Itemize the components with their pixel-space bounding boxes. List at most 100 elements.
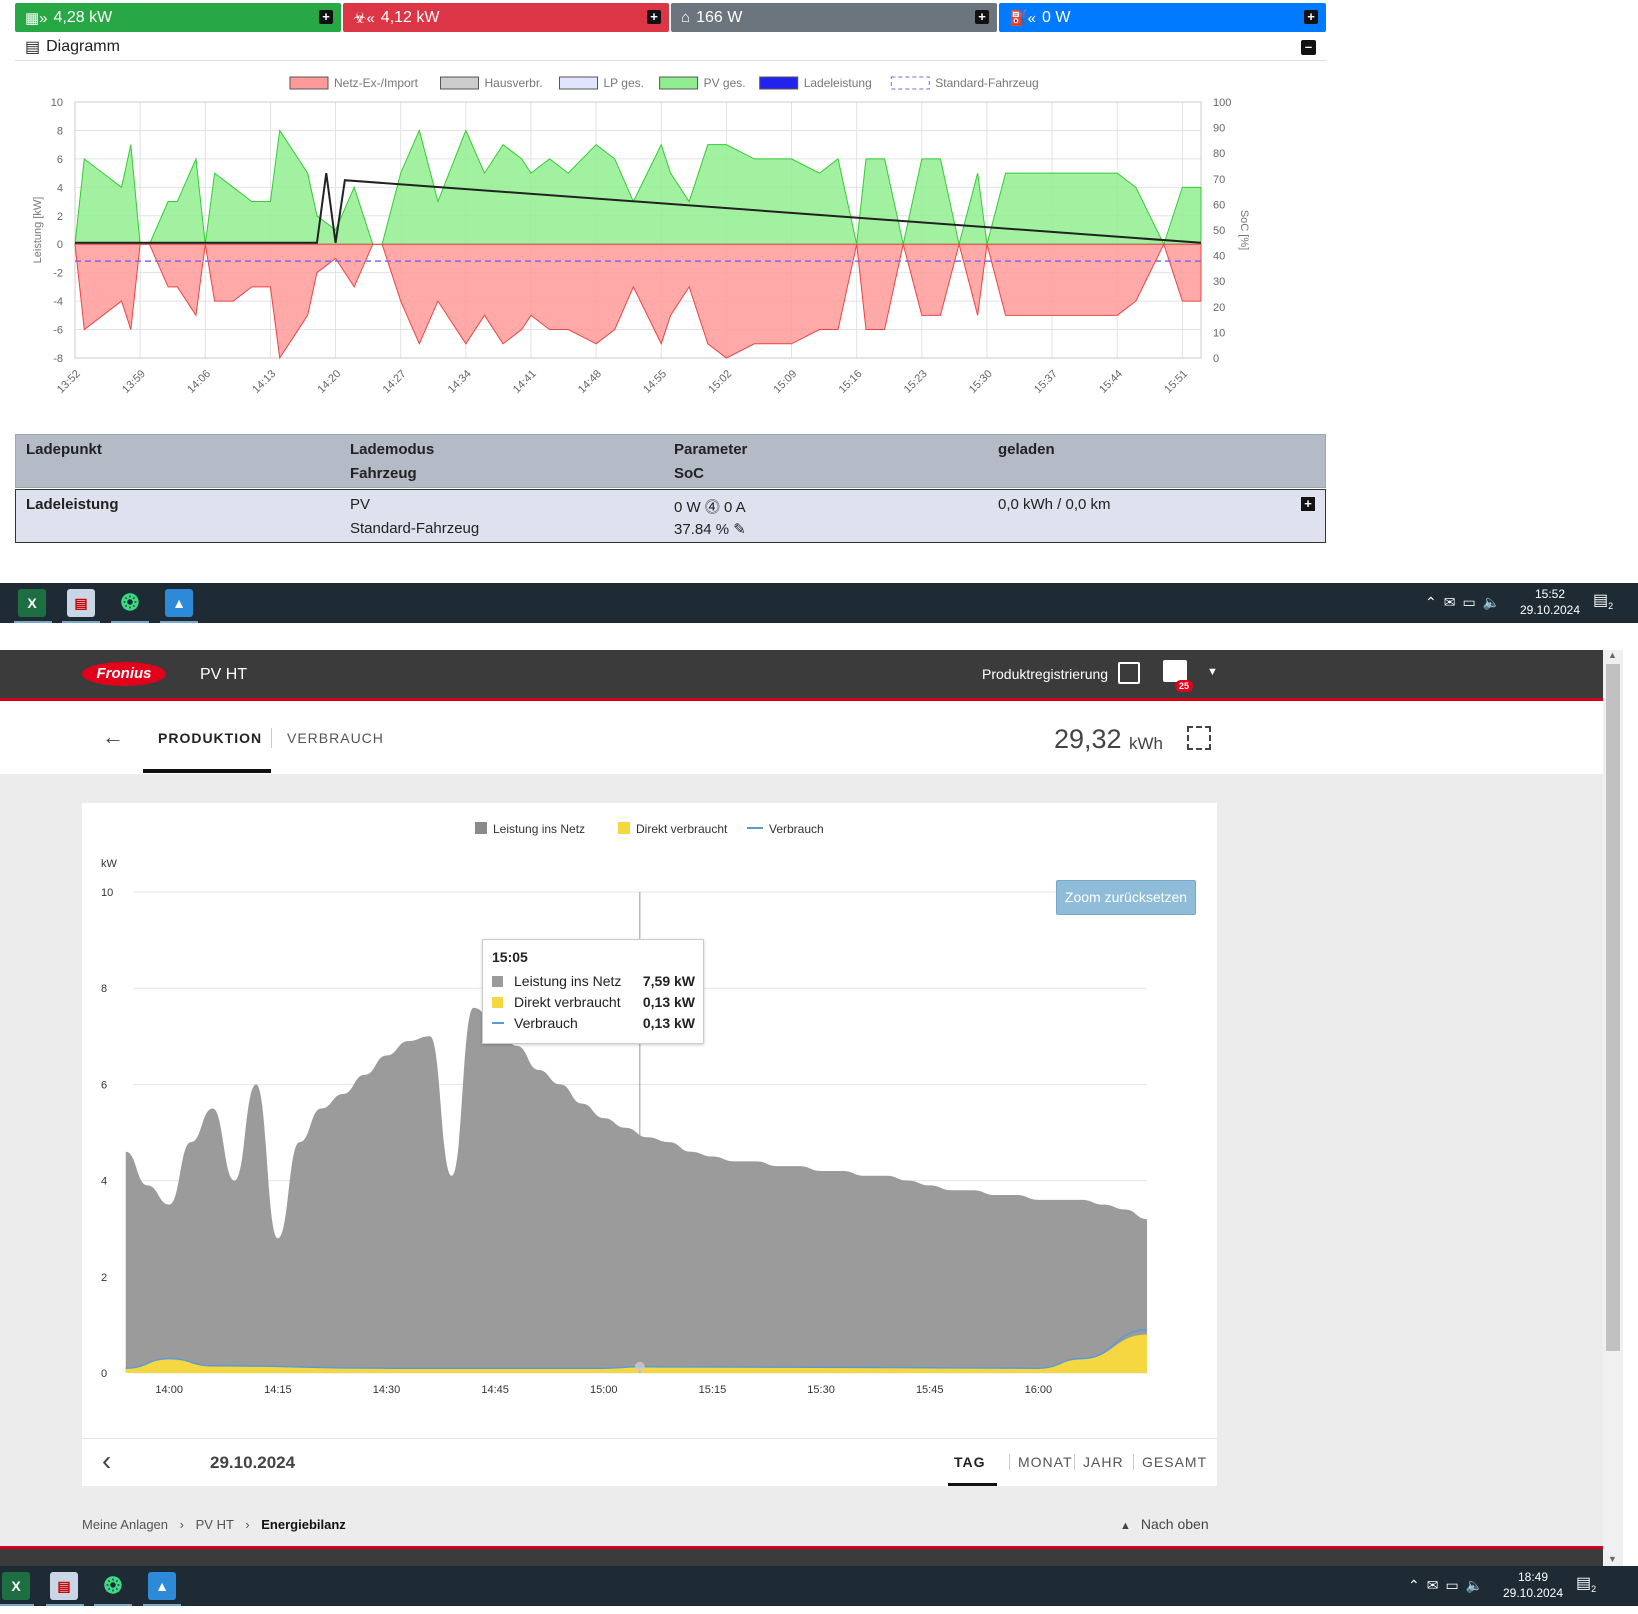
- photos-icon[interactable]: ▲: [148, 1572, 176, 1600]
- legend-label: Leistung ins Netz: [493, 822, 585, 836]
- chevron-down-icon[interactable]: ▼: [1207, 666, 1218, 678]
- lp-mode[interactable]: PV: [350, 496, 370, 513]
- expand-icon[interactable]: +: [1301, 497, 1315, 511]
- legend-label: Netz-Ex-/Import: [334, 76, 419, 90]
- scroll-thumb[interactable]: [1606, 664, 1620, 1351]
- x-tick-label: 15:16: [837, 368, 865, 396]
- photos-icon[interactable]: ▲: [165, 589, 193, 617]
- lp-name: Ladeleistung: [26, 496, 119, 513]
- browser-icon[interactable]: ❂: [99, 1572, 127, 1600]
- tooltip: 15:05 Leistung ins Netz 7,59 kW Direkt v…: [482, 939, 704, 1044]
- excel-icon[interactable]: X: [18, 589, 46, 617]
- x-tick-label: 14:13: [250, 368, 278, 396]
- total-unit: kWh: [1129, 734, 1163, 753]
- selected-date[interactable]: 29.10.2024: [210, 1453, 295, 1473]
- legend-label: LP ges.: [604, 76, 644, 90]
- period-tag[interactable]: TAG: [954, 1454, 986, 1470]
- expand-icon[interactable]: +: [319, 10, 333, 24]
- chevron-left-icon[interactable]: ‹: [102, 1445, 111, 1477]
- total-value: 29,32: [1054, 724, 1122, 754]
- expand-icon[interactable]: +: [1304, 10, 1318, 24]
- notification-icon[interactable]: ▤2: [1593, 592, 1613, 614]
- y-tick-label: 10: [101, 887, 113, 899]
- status-pv[interactable]: ▦» 4,28 kW +: [15, 3, 341, 32]
- tab-produktion[interactable]: PRODUKTION: [158, 730, 262, 746]
- x-tick-label: 14:00: [155, 1384, 183, 1396]
- registration-icon[interactable]: [1118, 662, 1140, 684]
- tab-verbrauch[interactable]: VERBRAUCH: [287, 730, 384, 746]
- taskbar-indicator: [143, 1604, 181, 1606]
- tray-icons[interactable]: ⌃✉▭🔈: [1425, 594, 1507, 610]
- header-geladen: geladen: [998, 441, 1055, 458]
- lp-soc-value: 37.84 %: [674, 521, 730, 538]
- page-scrollbar[interactable]: ▲ ▼: [1603, 650, 1623, 1568]
- footer-dark: [0, 1549, 1603, 1567]
- fronius-nav: ← PRODUKTION VERBRAUCH 29,32 kWh: [0, 704, 1603, 774]
- legend-swatch: [890, 76, 930, 90]
- x-tick-label: 15:00: [590, 1384, 618, 1396]
- y2-tick-label: 0: [1213, 353, 1219, 365]
- x-tick-label: 15:30: [967, 368, 995, 396]
- legend-swatch-gray: [492, 976, 503, 987]
- y-tick-label: -4: [53, 296, 63, 308]
- fronius-logo[interactable]: Fronius: [82, 662, 166, 686]
- fronius-topbar: Fronius PV HT Produktregistrierung 25 ▼: [0, 650, 1603, 701]
- zoom-reset-label: Zoom zurücksetzen: [1064, 889, 1188, 905]
- status-house[interactable]: ⌂ 166 W +: [671, 3, 997, 32]
- y-tick-label: 6: [57, 154, 63, 166]
- y-tick-label: 2: [101, 1272, 107, 1284]
- lp-table-row[interactable]: Ladeleistung PV Standard-Fahrzeug 0 W ⓸ …: [15, 489, 1326, 543]
- status-charging[interactable]: ⛽« 0 W +: [999, 3, 1326, 32]
- scroll-down-icon[interactable]: ▼: [1608, 1554, 1617, 1564]
- fullscreen-icon[interactable]: [1187, 726, 1211, 750]
- lp-vehicle[interactable]: Standard-Fahrzeug: [350, 520, 479, 537]
- user-icon[interactable]: [1163, 660, 1187, 682]
- document-viewer-icon[interactable]: ▤: [50, 1572, 78, 1600]
- y-tick-label: -8: [53, 353, 63, 365]
- breadcrumb-energiebilanz: Energiebilanz: [261, 1517, 346, 1532]
- y-tick-label: 6: [101, 1079, 107, 1091]
- back-to-top[interactable]: ▲ Nach oben: [1120, 1516, 1209, 1532]
- expand-icon[interactable]: +: [975, 10, 989, 24]
- hover-marker: [634, 1361, 645, 1372]
- legend-swatch-yellow: [492, 997, 503, 1008]
- tray-clock[interactable]: 15:52 29.10.2024: [1515, 586, 1585, 618]
- y2-tick-label: 60: [1213, 199, 1225, 211]
- y2-tick-label: 90: [1213, 123, 1225, 135]
- status-grid[interactable]: ☣« 4,12 kW +: [343, 3, 669, 32]
- scroll-up-icon[interactable]: ▲: [1608, 650, 1617, 660]
- document-viewer-icon[interactable]: ▤: [67, 589, 95, 617]
- legend-swatch: [618, 822, 630, 834]
- excel-icon[interactable]: X: [2, 1572, 30, 1600]
- charging-value: 0 W: [1042, 8, 1071, 26]
- period-gesamt[interactable]: GESAMT: [1133, 1454, 1207, 1470]
- x-tick-label: 14:45: [481, 1384, 509, 1396]
- x-tick-label: 16:00: [1025, 1384, 1053, 1396]
- collapse-icon[interactable]: –: [1301, 40, 1316, 55]
- zoom-reset-button[interactable]: Zoom zurücksetzen: [1056, 880, 1196, 915]
- taskbar-bottom: X ▤ ❂ ▲ ⌃✉▭🔈 18:49 29.10.2024 ▤2: [0, 1566, 1638, 1606]
- breadcrumb-separator: ›: [179, 1517, 184, 1532]
- period-monat[interactable]: MONAT: [1009, 1454, 1073, 1470]
- period-jahr[interactable]: JAHR: [1074, 1454, 1124, 1470]
- breadcrumb-pv-ht[interactable]: PV HT: [196, 1517, 234, 1532]
- taskbar-indicator: [46, 1604, 84, 1606]
- y-tick-label: -6: [53, 325, 63, 337]
- tab-active-underline: [143, 769, 271, 773]
- y-tick-label: 10: [51, 97, 63, 109]
- browser-icon[interactable]: ❂: [116, 589, 144, 617]
- produktregistrierung-link[interactable]: Produktregistrierung: [982, 666, 1108, 682]
- x-tick-label: 15:44: [1097, 368, 1125, 396]
- expand-icon[interactable]: +: [647, 10, 661, 24]
- tray-clock[interactable]: 18:49 29.10.2024: [1498, 1569, 1568, 1601]
- y2-tick-label: 100: [1213, 97, 1231, 109]
- breadcrumb-meine-anlagen[interactable]: Meine Anlagen: [82, 1517, 168, 1532]
- edit-icon[interactable]: ✎: [733, 521, 746, 538]
- x-tick-label: 14:34: [446, 368, 474, 396]
- legend-swatch: [759, 76, 799, 90]
- back-arrow-icon[interactable]: ←: [102, 724, 124, 750]
- y-axis-label: Leistung [kW]: [32, 197, 44, 264]
- tray-icons[interactable]: ⌃✉▭🔈: [1408, 1577, 1490, 1593]
- notification-icon[interactable]: ▤2: [1576, 1575, 1596, 1597]
- area-chart-icon: ▤: [25, 39, 41, 56]
